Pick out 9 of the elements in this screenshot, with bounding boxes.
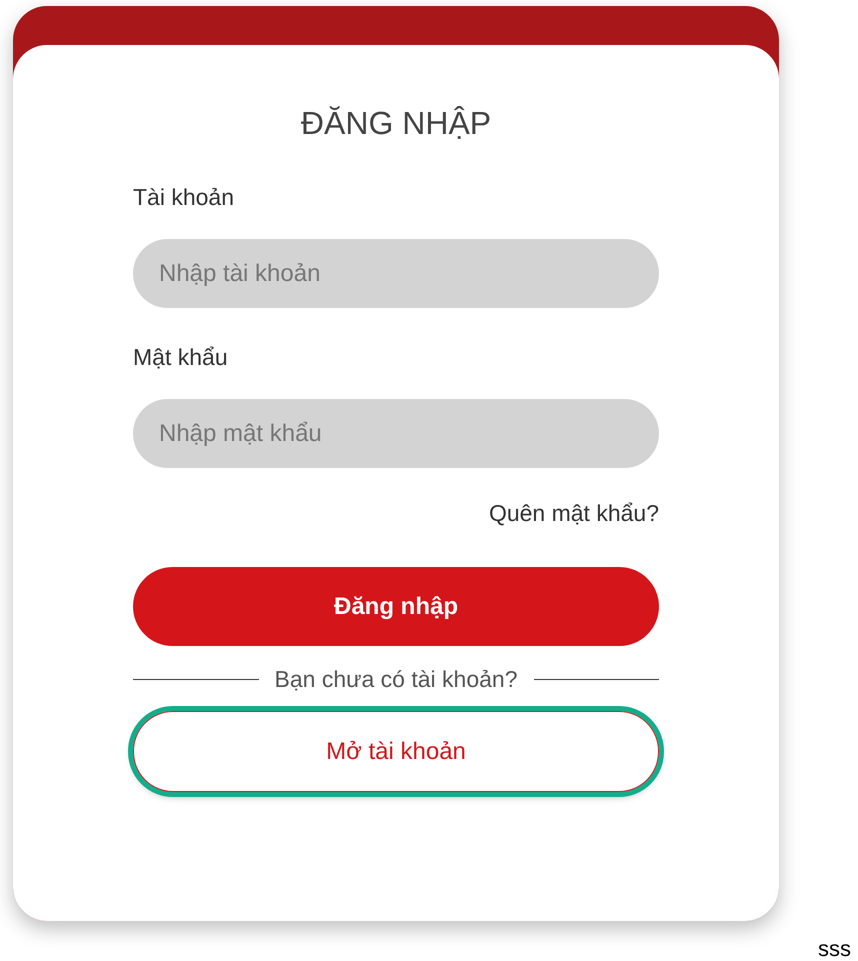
divider-text: Bạn chưa có tài khoản? — [274, 666, 518, 693]
field-label: Tài khoản — [133, 184, 236, 211]
input-field[interactable]: Nhập mật khẩu — [133, 399, 659, 468]
forgot-password-link[interactable]: Quên mật khẩu? — [488, 500, 659, 527]
footer-text: sss — [818, 936, 851, 961]
login-button[interactable]: Đăng nhập — [133, 567, 659, 646]
field-label: Mật khẩu — [133, 344, 229, 371]
login-title: ĐĂNG NHẬP — [300, 105, 492, 142]
input-field[interactable]: Nhập tài khoản — [133, 239, 659, 308]
